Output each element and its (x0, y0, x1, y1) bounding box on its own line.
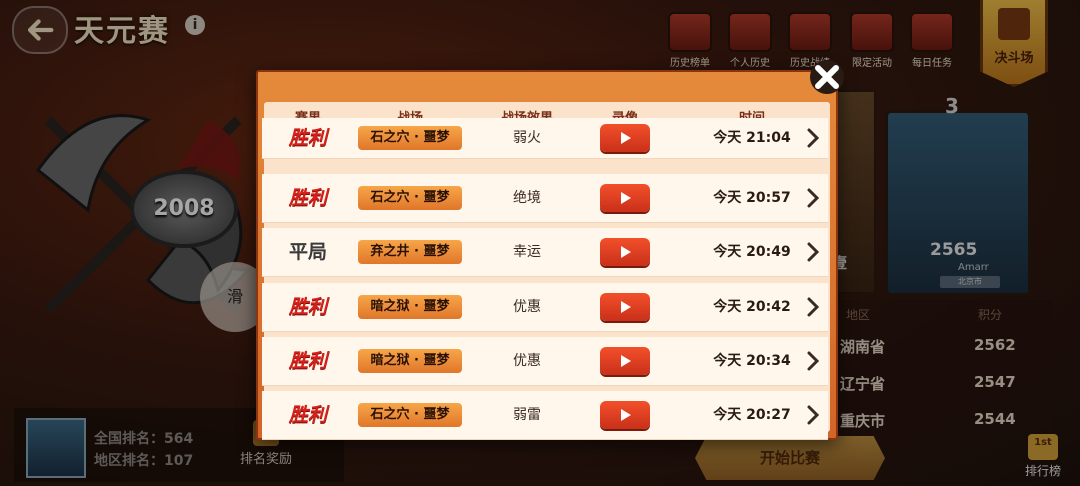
battlefield-tag: 暗之狱 · 噩梦 (358, 295, 462, 319)
battlefield-effect: 优惠 (513, 299, 541, 315)
chevron-right-icon[interactable] (804, 349, 822, 373)
replay-button[interactable] (600, 401, 650, 429)
match-result: 胜利 (288, 350, 327, 372)
match-result: 平局 (288, 241, 327, 263)
battlefield-effect: 弱火 (513, 130, 541, 146)
play-icon (621, 301, 631, 313)
history-row[interactable]: 平局 弃之井 · 噩梦 幸运 今天 20:49 (262, 228, 828, 277)
battlefield-tag: 石之穴 · 噩梦 (358, 403, 462, 427)
match-result: 胜利 (288, 187, 327, 209)
match-time: 今天 20:49 (713, 244, 791, 260)
history-row[interactable]: 胜利 石之穴 · 噩梦 弱雷 今天 20:27 (262, 391, 828, 440)
battlefield-tag: 弃之井 · 噩梦 (358, 240, 462, 264)
battlefield-effect: 幸运 (513, 244, 541, 260)
history-row[interactable]: 胜利 石之穴 · 噩梦 绝境 今天 20:57 (262, 174, 828, 223)
chevron-right-icon[interactable] (804, 240, 822, 264)
chevron-right-icon[interactable] (804, 126, 822, 150)
replay-button[interactable] (600, 347, 650, 375)
battlefield-tag: 石之穴 · 噩梦 (358, 126, 462, 150)
play-icon (621, 246, 631, 258)
play-icon (621, 409, 631, 421)
history-row[interactable]: 胜利 暗之狱 · 噩梦 优惠 今天 20:42 (262, 283, 828, 332)
chevron-right-icon[interactable] (804, 295, 822, 319)
play-icon (621, 192, 631, 204)
battlefield-tag: 石之穴 · 噩梦 (358, 186, 462, 210)
battlefield-effect: 优惠 (513, 353, 541, 369)
chevron-right-icon[interactable] (804, 403, 822, 427)
match-result: 胜利 (288, 296, 327, 318)
close-icon (810, 60, 844, 94)
battlefield-tag: 暗之狱 · 噩梦 (358, 349, 462, 373)
close-button[interactable] (808, 58, 846, 96)
battlefield-effect: 弱雷 (513, 407, 541, 423)
battlefield-effect: 绝境 (513, 190, 541, 206)
match-result: 胜利 (288, 127, 327, 149)
replay-button[interactable] (600, 238, 650, 266)
play-icon (621, 132, 631, 144)
chevron-right-icon[interactable] (804, 186, 822, 210)
history-row[interactable]: 胜利 石之穴 · 噩梦 弱火 今天 21:04 (262, 118, 828, 159)
match-time: 今天 20:34 (713, 353, 791, 369)
replay-button[interactable] (600, 124, 650, 152)
play-icon (621, 355, 631, 367)
match-time: 今天 21:04 (713, 130, 791, 146)
replay-button[interactable] (600, 184, 650, 212)
match-time: 今天 20:57 (713, 190, 791, 206)
replay-button[interactable] (600, 293, 650, 321)
match-time: 今天 20:42 (713, 299, 791, 315)
history-row[interactable]: 胜利 暗之狱 · 噩梦 优惠 今天 20:34 (262, 337, 828, 386)
match-time: 今天 20:27 (713, 407, 791, 423)
match-result: 胜利 (288, 404, 327, 426)
